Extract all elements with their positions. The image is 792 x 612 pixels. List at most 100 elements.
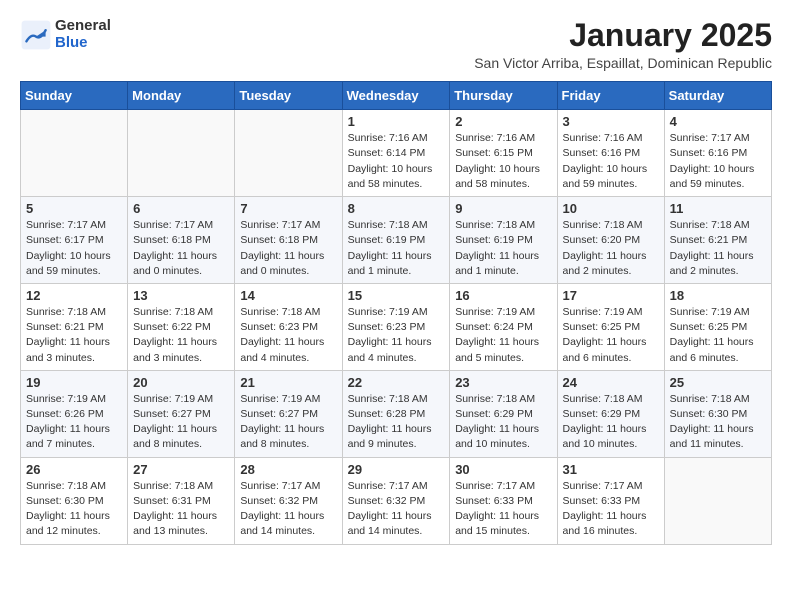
day-number: 21: [240, 375, 336, 390]
calendar-day-cell: 10 Sunrise: 7:18 AM Sunset: 6:20 PM Dayli…: [557, 197, 664, 284]
calendar-day-cell: 9 Sunrise: 7:18 AM Sunset: 6:19 PM Daylig…: [450, 197, 557, 284]
day-number: 14: [240, 288, 336, 303]
calendar-day-cell: 26 Sunrise: 7:18 AM Sunset: 6:30 PM Dayli…: [21, 457, 128, 544]
day-info: Sunrise: 7:18 AM Sunset: 6:29 PM Dayligh…: [563, 392, 659, 453]
day-number: 22: [348, 375, 445, 390]
day-info: Sunrise: 7:18 AM Sunset: 6:19 PM Dayligh…: [348, 218, 445, 279]
day-number: 8: [348, 201, 445, 216]
day-info: Sunrise: 7:16 AM Sunset: 6:15 PM Dayligh…: [455, 131, 551, 192]
day-number: 15: [348, 288, 445, 303]
calendar-header-row: SundayMondayTuesdayWednesdayThursdayFrid…: [21, 82, 772, 110]
calendar-day-cell: 3 Sunrise: 7:16 AM Sunset: 6:16 PM Daylig…: [557, 110, 664, 197]
day-info: Sunrise: 7:19 AM Sunset: 6:27 PM Dayligh…: [240, 392, 336, 453]
day-number: 9: [455, 201, 551, 216]
day-info: Sunrise: 7:17 AM Sunset: 6:32 PM Dayligh…: [240, 479, 336, 540]
day-number: 1: [348, 114, 445, 129]
day-number: 28: [240, 462, 336, 477]
column-header-tuesday: Tuesday: [235, 82, 342, 110]
day-info: Sunrise: 7:17 AM Sunset: 6:33 PM Dayligh…: [455, 479, 551, 540]
calendar-day-cell: 1 Sunrise: 7:16 AM Sunset: 6:14 PM Daylig…: [342, 110, 450, 197]
logo-text: General Blue: [55, 18, 111, 51]
day-number: 5: [26, 201, 122, 216]
calendar-day-cell: 5 Sunrise: 7:17 AM Sunset: 6:17 PM Daylig…: [21, 197, 128, 284]
day-info: Sunrise: 7:16 AM Sunset: 6:14 PM Dayligh…: [348, 131, 445, 192]
logo-general: General: [55, 18, 111, 35]
day-info: Sunrise: 7:19 AM Sunset: 6:26 PM Dayligh…: [26, 392, 122, 453]
day-info: Sunrise: 7:17 AM Sunset: 6:32 PM Dayligh…: [348, 479, 445, 540]
day-info: Sunrise: 7:18 AM Sunset: 6:20 PM Dayligh…: [563, 218, 659, 279]
calendar-day-cell: 22Sunrise: 7:18 AM Sunset: 6:28 PM Dayli…: [342, 370, 450, 457]
logo-icon: [20, 19, 52, 51]
calendar-day-cell: 27 Sunrise: 7:18 AM Sunset: 6:31 PM Dayli…: [128, 457, 235, 544]
day-number: 30: [455, 462, 551, 477]
day-info: Sunrise: 7:18 AM Sunset: 6:22 PM Dayligh…: [133, 305, 229, 366]
day-number: 24: [563, 375, 659, 390]
day-info: Sunrise: 7:18 AM Sunset: 6:23 PM Dayligh…: [240, 305, 336, 366]
day-number: 6: [133, 201, 229, 216]
day-number: 13: [133, 288, 229, 303]
column-header-wednesday: Wednesday: [342, 82, 450, 110]
calendar-day-cell: 30 Sunrise: 7:17 AM Sunset: 6:33 PM Dayli…: [450, 457, 557, 544]
calendar-day-cell: 29Sunrise: 7:17 AM Sunset: 6:32 PM Dayli…: [342, 457, 450, 544]
logo-blue: Blue: [55, 35, 111, 52]
calendar-day-cell: 17 Sunrise: 7:19 AM Sunset: 6:25 PM Dayli…: [557, 283, 664, 370]
day-number: 11: [670, 201, 766, 216]
empty-cell: [128, 110, 235, 197]
day-number: 2: [455, 114, 551, 129]
calendar-day-cell: 15Sunrise: 7:19 AM Sunset: 6:23 PM Dayli…: [342, 283, 450, 370]
calendar-day-cell: 19Sunrise: 7:19 AM Sunset: 6:26 PM Dayli…: [21, 370, 128, 457]
day-number: 10: [563, 201, 659, 216]
day-info: Sunrise: 7:17 AM Sunset: 6:18 PM Dayligh…: [240, 218, 336, 279]
calendar-day-cell: 11Sunrise: 7:18 AM Sunset: 6:21 PM Dayli…: [664, 197, 771, 284]
empty-cell: [664, 457, 771, 544]
day-info: Sunrise: 7:18 AM Sunset: 6:30 PM Dayligh…: [26, 479, 122, 540]
calendar-day-cell: 7 Sunrise: 7:17 AM Sunset: 6:18 PM Daylig…: [235, 197, 342, 284]
column-header-friday: Friday: [557, 82, 664, 110]
day-number: 25: [670, 375, 766, 390]
day-info: Sunrise: 7:18 AM Sunset: 6:29 PM Dayligh…: [455, 392, 551, 453]
day-number: 7: [240, 201, 336, 216]
calendar-week-row: 12 Sunrise: 7:18 AM Sunset: 6:21 PM Dayli…: [21, 283, 772, 370]
calendar-day-cell: 14 Sunrise: 7:18 AM Sunset: 6:23 PM Dayli…: [235, 283, 342, 370]
calendar-day-cell: 16 Sunrise: 7:19 AM Sunset: 6:24 PM Dayli…: [450, 283, 557, 370]
day-number: 20: [133, 375, 229, 390]
calendar-day-cell: 23Sunrise: 7:18 AM Sunset: 6:29 PM Dayli…: [450, 370, 557, 457]
day-number: 12: [26, 288, 122, 303]
day-info: Sunrise: 7:16 AM Sunset: 6:16 PM Dayligh…: [563, 131, 659, 192]
day-number: 18: [670, 288, 766, 303]
day-info: Sunrise: 7:18 AM Sunset: 6:31 PM Dayligh…: [133, 479, 229, 540]
day-info: Sunrise: 7:17 AM Sunset: 6:16 PM Dayligh…: [670, 131, 766, 192]
calendar-day-cell: 4Sunrise: 7:17 AM Sunset: 6:16 PM Daylig…: [664, 110, 771, 197]
logo: General Blue: [20, 18, 111, 51]
day-number: 31: [563, 462, 659, 477]
page-header: General Blue January 2025 San Victor Arr…: [20, 18, 772, 71]
day-info: Sunrise: 7:18 AM Sunset: 6:19 PM Dayligh…: [455, 218, 551, 279]
location-subtitle: San Victor Arriba, Espaillat, Dominican …: [474, 55, 772, 71]
calendar-week-row: 5 Sunrise: 7:17 AM Sunset: 6:17 PM Daylig…: [21, 197, 772, 284]
day-info: Sunrise: 7:19 AM Sunset: 6:24 PM Dayligh…: [455, 305, 551, 366]
day-info: Sunrise: 7:19 AM Sunset: 6:25 PM Dayligh…: [563, 305, 659, 366]
calendar-week-row: 1 Sunrise: 7:16 AM Sunset: 6:14 PM Daylig…: [21, 110, 772, 197]
day-info: Sunrise: 7:18 AM Sunset: 6:21 PM Dayligh…: [26, 305, 122, 366]
calendar-day-cell: 2 Sunrise: 7:16 AM Sunset: 6:15 PM Daylig…: [450, 110, 557, 197]
title-block: January 2025 San Victor Arriba, Espailla…: [474, 18, 772, 71]
calendar-day-cell: 31Sunrise: 7:17 AM Sunset: 6:33 PM Dayli…: [557, 457, 664, 544]
calendar-day-cell: 24 Sunrise: 7:18 AM Sunset: 6:29 PM Dayli…: [557, 370, 664, 457]
month-title: January 2025: [474, 18, 772, 53]
calendar-table: SundayMondayTuesdayWednesdayThursdayFrid…: [20, 81, 772, 544]
day-number: 3: [563, 114, 659, 129]
column-header-saturday: Saturday: [664, 82, 771, 110]
day-number: 26: [26, 462, 122, 477]
day-number: 17: [563, 288, 659, 303]
empty-cell: [235, 110, 342, 197]
day-number: 27: [133, 462, 229, 477]
empty-cell: [21, 110, 128, 197]
calendar-day-cell: 6Sunrise: 7:17 AM Sunset: 6:18 PM Daylig…: [128, 197, 235, 284]
day-info: Sunrise: 7:18 AM Sunset: 6:30 PM Dayligh…: [670, 392, 766, 453]
calendar-day-cell: 25 Sunrise: 7:18 AM Sunset: 6:30 PM Dayli…: [664, 370, 771, 457]
column-header-thursday: Thursday: [450, 82, 557, 110]
day-number: 16: [455, 288, 551, 303]
calendar-day-cell: 28 Sunrise: 7:17 AM Sunset: 6:32 PM Dayli…: [235, 457, 342, 544]
calendar-week-row: 19Sunrise: 7:19 AM Sunset: 6:26 PM Dayli…: [21, 370, 772, 457]
day-info: Sunrise: 7:17 AM Sunset: 6:17 PM Dayligh…: [26, 218, 122, 279]
